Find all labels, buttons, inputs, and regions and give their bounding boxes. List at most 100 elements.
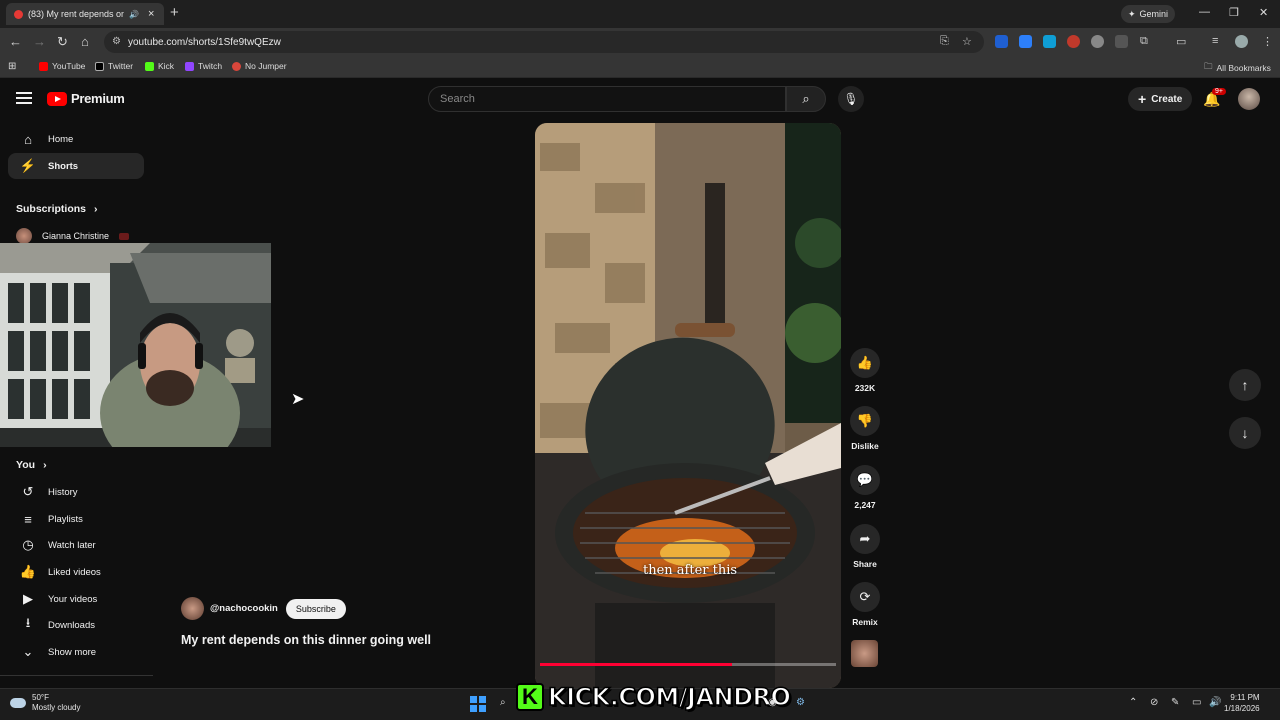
speaker-icon[interactable]: 🔊 xyxy=(129,10,139,19)
reading-list-icon[interactable]: ≡ xyxy=(1212,35,1218,47)
sidebar-divider xyxy=(0,675,153,676)
bookmark-no-jumper[interactable]: No Jumper xyxy=(232,61,287,71)
subscriptions-label: Subscriptions xyxy=(16,203,87,215)
home-browser-icon[interactable]: ⌂ xyxy=(81,34,89,49)
extension-icon[interactable] xyxy=(1043,35,1056,48)
bookmark-twitter[interactable]: Twitter xyxy=(95,61,133,71)
install-app-icon[interactable]: ⎘ xyxy=(940,35,949,48)
network-icon[interactable]: ⊘ xyxy=(1150,697,1158,708)
taskbar-search-icon[interactable]: ⌕ xyxy=(500,697,506,708)
cloud-icon xyxy=(10,698,26,708)
history-icon: ↺ xyxy=(22,484,34,499)
sidebar-item-label: Your videos xyxy=(48,593,98,605)
video-icon: ▶ xyxy=(23,591,33,606)
bookmarks-bar: ⊞ YouTube Twitter Kick Twitch No Jumper … xyxy=(0,56,1280,78)
sidebar-item-show-more[interactable]: ⌄ Show more xyxy=(8,639,144,665)
all-bookmarks-folder[interactable]: 🗀 All Bookmarks xyxy=(1204,61,1271,75)
hamburger-menu-icon[interactable] xyxy=(16,92,32,107)
weather-widget[interactable]: 50°F Mostly cloudy xyxy=(10,693,80,713)
youtube-play-icon xyxy=(47,91,67,106)
extension-icon[interactable] xyxy=(1091,35,1104,48)
extension-icon[interactable] xyxy=(995,35,1008,48)
previous-short-button[interactable]: ↑ xyxy=(1229,369,1261,401)
steam-taskbar-icon[interactable]: ⚙ xyxy=(796,697,805,708)
restore-icon[interactable]: ❐ xyxy=(1229,6,1239,19)
windows-start-icon[interactable] xyxy=(470,696,486,712)
subscription-item[interactable]: Gianna Christine xyxy=(16,228,130,244)
sidebar-item-liked-videos[interactable]: 👍 Liked videos xyxy=(8,559,144,585)
menu-kebab-icon[interactable]: ⋮ xyxy=(1262,35,1273,48)
new-tab-button[interactable]: + xyxy=(170,4,179,21)
account-avatar[interactable] xyxy=(1238,88,1260,110)
search-button[interactable]: ⌕ xyxy=(786,86,826,112)
sound-thumbnail[interactable] xyxy=(851,640,878,667)
site-info-icon[interactable]: ⚙ xyxy=(112,36,121,47)
share-label: Share xyxy=(853,559,877,569)
thumbs-down-icon: 👎 xyxy=(850,406,880,436)
next-short-button[interactable]: ↓ xyxy=(1229,417,1261,449)
gemini-button[interactable]: ✦ Gemini xyxy=(1121,5,1176,23)
forward-icon[interactable]: → xyxy=(33,34,46,49)
youtube-premium-logo[interactable]: Premium xyxy=(47,91,125,106)
pen-icon[interactable]: ✎ xyxy=(1171,697,1179,708)
close-tab-icon[interactable]: × xyxy=(148,8,154,20)
display-icon[interactable]: ▭ xyxy=(1192,697,1201,708)
extension-icon[interactable] xyxy=(1115,35,1128,48)
channel-avatar[interactable] xyxy=(181,597,204,620)
create-button[interactable]: + Create xyxy=(1128,87,1193,111)
video-title[interactable]: My rent depends on this dinner going wel… xyxy=(181,633,431,647)
subscriptions-heading[interactable]: Subscriptions › xyxy=(16,203,98,215)
channel-handle[interactable]: @nachocookin xyxy=(210,603,278,614)
subscribe-button[interactable]: Subscribe xyxy=(285,598,346,619)
system-clock[interactable]: 9:11 PM 1/18/2026 xyxy=(1224,692,1260,714)
playlists-icon: ≡ xyxy=(24,511,32,527)
notification-badge: 9+ xyxy=(1212,88,1226,95)
remix-label: Remix xyxy=(852,617,878,627)
side-panel-icon[interactable]: ▭ xyxy=(1176,35,1186,48)
sidebar-item-your-videos[interactable]: ▶ Your videos xyxy=(8,586,144,612)
search-input[interactable]: Search xyxy=(428,86,786,112)
extension-icon[interactable] xyxy=(1019,35,1032,48)
back-icon[interactable]: ← xyxy=(9,34,22,49)
bookmark-youtube[interactable]: YouTube xyxy=(39,61,85,71)
sidebar-item-shorts[interactable]: ⚡ Shorts xyxy=(8,153,144,179)
download-icon: ⭳ xyxy=(25,615,31,630)
dislike-button[interactable]: 👎 Dislike xyxy=(846,406,884,451)
voice-search-button[interactable]: 🎙 xyxy=(838,86,864,112)
close-window-icon[interactable]: ✕ xyxy=(1259,6,1268,19)
chrome-taskbar-icon[interactable]: ◉ xyxy=(768,697,777,708)
chevron-down-icon: ⌄ xyxy=(22,644,34,659)
channel-info: @nachocookin Subscribe xyxy=(181,597,346,620)
sidebar-item-downloads[interactable]: ⭳ Downloads xyxy=(8,612,144,638)
apps-grid-icon[interactable]: ⊞ xyxy=(8,61,16,72)
video-progress-bar[interactable] xyxy=(540,663,836,666)
you-heading[interactable]: You › xyxy=(16,459,47,471)
sidebar-item-watch-later[interactable]: ◷ Watch later xyxy=(8,532,144,558)
bookmark-twitch[interactable]: Twitch xyxy=(185,61,222,71)
minimize-icon[interactable]: — xyxy=(1199,6,1210,18)
arrow-up-icon: ↑ xyxy=(1241,377,1249,393)
twitch-icon xyxy=(185,61,194,71)
sidebar-item-home[interactable]: ⌂ Home xyxy=(8,126,144,152)
bookmark-kick[interactable]: Kick xyxy=(145,61,174,71)
address-bar[interactable]: ⚙ youtube.com/shorts/1Sfe9twQEzw xyxy=(104,31,984,53)
browser-tab[interactable]: (83) My rent depends on th 🔊 × xyxy=(6,3,164,25)
tray-overflow-icon[interactable]: ⌃ xyxy=(1129,697,1137,708)
live-indicator-icon xyxy=(119,232,130,240)
volume-icon[interactable]: 🔊 xyxy=(1209,697,1221,708)
profile-icon[interactable] xyxy=(1235,35,1248,48)
share-button[interactable]: ➦ Share xyxy=(846,524,884,569)
puzzle-extensions-icon[interactable]: ⧉ xyxy=(1140,35,1148,48)
sidebar-item-history[interactable]: ↺ History xyxy=(8,479,144,505)
extension-icon[interactable] xyxy=(1067,35,1080,48)
sidebar-item-playlists[interactable]: ≡ Playlists xyxy=(8,506,144,532)
reload-icon[interactable]: ↻ xyxy=(57,34,68,50)
bookmark-star-icon[interactable]: ☆ xyxy=(962,35,972,48)
like-button[interactable]: 👍 232K xyxy=(846,348,884,393)
comments-button[interactable]: 💬 2,247 xyxy=(846,465,884,510)
home-icon: ⌂ xyxy=(24,131,32,147)
shorts-icon: ⚡ xyxy=(19,158,37,173)
kick-logo-icon: K xyxy=(516,683,544,711)
remix-button[interactable]: ⟳ Remix xyxy=(846,582,884,627)
short-video-player[interactable] xyxy=(535,123,841,688)
